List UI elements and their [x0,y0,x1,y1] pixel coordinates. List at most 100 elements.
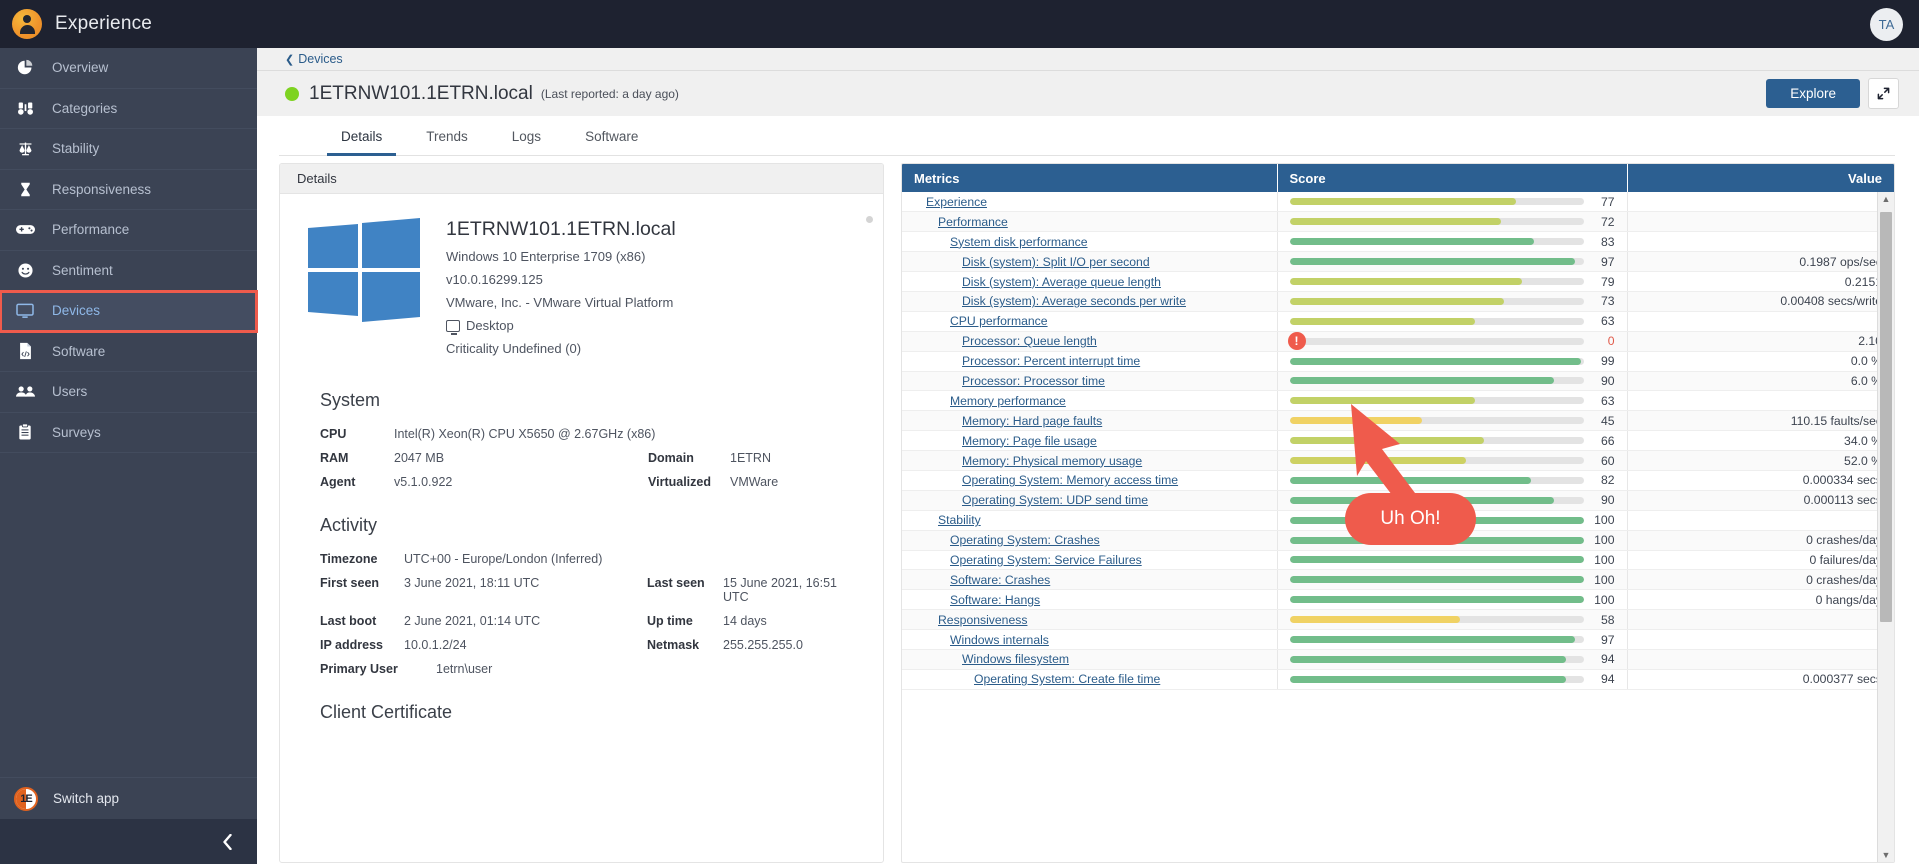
switch-app-button[interactable]: 1E Switch app [0,777,257,819]
score-value: 100 [1593,573,1615,587]
score-value: 83 [1593,235,1615,249]
metric-link[interactable]: Windows filesystem [962,652,1069,666]
sidebar-item-responsiveness[interactable]: Responsiveness [0,170,257,211]
metric-link[interactable]: Disk (system): Split I/O per second [962,255,1150,269]
sidebar-item-sentiment[interactable]: Sentiment [0,251,257,292]
metric-value-cell [1627,192,1894,212]
metric-link[interactable]: Software: Hangs [950,593,1040,607]
metric-value-cell [1627,391,1894,411]
tab-label: Details [341,129,382,144]
sidebar-item-devices[interactable]: Devices [0,291,257,332]
metric-score-cell: 100 [1277,550,1627,570]
sidebar-item-surveys[interactable]: Surveys [0,413,257,454]
metric-link[interactable]: Processor: Percent interrupt time [962,354,1140,368]
metric-name-cell: CPU performance [902,311,1277,331]
sidebar-item-performance[interactable]: Performance [0,210,257,251]
tab-trends[interactable]: Trends [404,116,490,156]
metric-link[interactable]: Memory: Hard page faults [962,414,1102,428]
score-bar: ! [1290,338,1584,345]
sidebar-item-stability[interactable]: Stability [0,129,257,170]
metric-value-cell: 0 hangs/day [1627,590,1894,610]
metrics-table-head: Metrics Score Value [902,164,1894,192]
table-row: Software: Hangs1000 hangs/day [902,590,1894,610]
metric-value-cell: 0.1987 ops/sec [1627,252,1894,272]
metric-link[interactable]: Experience [926,195,987,209]
sidebar-item-label: Responsiveness [52,182,151,197]
metric-score-cell: 79 [1277,272,1627,292]
score-bar [1290,676,1584,683]
metric-link[interactable]: Disk (system): Average seconds per write [962,294,1186,308]
users-icon [14,382,36,402]
tab-software[interactable]: Software [563,116,660,156]
sidebar-item-categories[interactable]: Categories [0,89,257,130]
kv-key: Timezone [320,552,404,566]
metric-name-cell: Processor: Percent interrupt time [902,351,1277,371]
metric-link[interactable]: Software: Crashes [950,573,1050,587]
device-form-factor: Desktop [466,318,514,333]
metric-link[interactable]: Processor: Queue length [962,334,1097,348]
table-row: System disk performance 83 [902,232,1894,252]
sidebar-collapse-button[interactable] [0,819,257,864]
table-row: Disk (system): Split I/O per second970.1… [902,252,1894,272]
last-reported-label: (Last reported: a day ago) [541,87,679,101]
column-header-score[interactable]: Score [1277,164,1627,192]
sidebar-item-users[interactable]: Users [0,372,257,413]
details-card-header: Details [280,164,883,194]
metric-link[interactable]: Operating System: Create file time [974,672,1160,686]
table-row: Disk (system): Average seconds per write… [902,291,1894,311]
metric-link[interactable]: Disk (system): Average queue length [962,275,1161,289]
tab-logs[interactable]: Logs [490,116,563,156]
metric-value-cell [1627,630,1894,650]
metric-score-cell: 63 [1277,391,1627,411]
metric-link[interactable]: Operating System: Service Failures [950,553,1142,567]
pie-chart-icon [14,58,36,78]
score-bar [1290,238,1584,245]
metric-name-cell: Memory: Page file usage [902,431,1277,451]
metric-link[interactable]: Windows internals [950,633,1049,647]
metric-link[interactable]: Memory: Page file usage [962,434,1097,448]
avatar[interactable]: TA [1870,8,1903,41]
metric-link[interactable]: Processor: Processor time [962,374,1105,388]
metric-name-cell: Stability [902,510,1277,530]
sidebar-item-label: Users [52,384,87,399]
metric-link[interactable]: Performance [938,215,1008,229]
sidebar-item-overview[interactable]: Overview [0,48,257,89]
metric-link[interactable]: Operating System: Memory access time [962,473,1178,487]
metrics-scrollbar[interactable]: ▲ ▼ [1877,192,1894,862]
score-bar [1290,517,1584,524]
column-header-metrics[interactable]: Metrics [902,164,1277,192]
tab-details[interactable]: Details [319,116,404,156]
gamepad-icon [14,220,36,240]
metric-link[interactable]: Operating System: Crashes [950,533,1100,547]
sidebar-item-label: Sentiment [52,263,113,278]
monitor-icon [446,320,460,332]
sidebar-item-software[interactable]: Software [0,332,257,373]
panels-row: Details 1ETRNW101.1ETRN.local Windows 10… [257,156,1919,864]
expand-button[interactable] [1868,78,1899,109]
triangle-down-icon[interactable]: ▼ [1878,848,1894,862]
explore-button[interactable]: Explore [1766,79,1860,108]
device-form-factor-row: Desktop [446,318,676,333]
device-os: Windows 10 Enterprise 1709 (x86) [446,249,676,264]
activity-kv-grid: Timezone UTC+00 - Europe/London (Inferre… [320,552,855,676]
breadcrumb[interactable]: ❮ Devices [285,52,343,66]
metric-score-cell: 77 [1277,192,1627,212]
score-bar [1290,278,1584,285]
scrollbar-thumb[interactable] [1880,212,1892,622]
metric-link[interactable]: Memory performance [950,394,1066,408]
kv-value: 10.0.1.2/24 [404,638,647,652]
metric-link[interactable]: System disk performance [950,235,1088,249]
score-value: 63 [1593,394,1615,408]
metric-link[interactable]: Responsiveness [938,613,1027,627]
table-row: Operating System: Memory access time820.… [902,470,1894,490]
metric-link[interactable]: Memory: Physical memory usage [962,454,1142,468]
metric-link[interactable]: Stability [938,513,981,527]
table-row: Memory: Physical memory usage6052.0 % [902,451,1894,471]
score-bar [1290,457,1584,464]
score-value: 82 [1593,473,1615,487]
triangle-up-icon[interactable]: ▲ [1878,192,1894,206]
metric-link[interactable]: Operating System: UDP send time [962,493,1148,507]
status-badge [285,87,299,101]
column-header-value[interactable]: Value [1627,164,1894,192]
metric-link[interactable]: CPU performance [950,314,1048,328]
